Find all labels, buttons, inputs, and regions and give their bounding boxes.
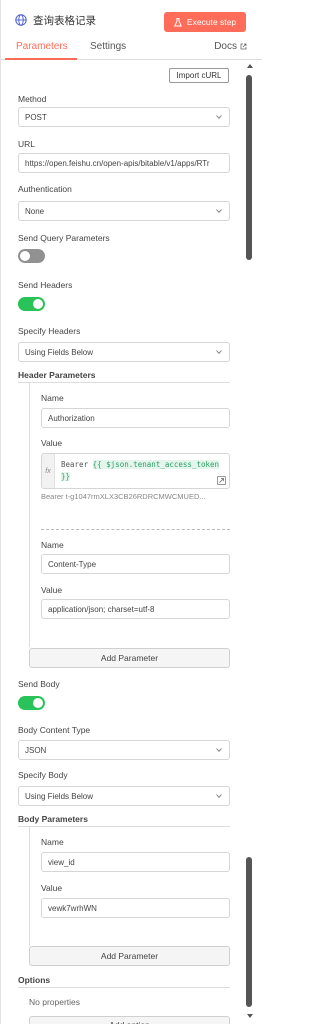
method-select[interactable]: POST <box>18 107 230 127</box>
section-divider <box>18 382 230 383</box>
send-query-toggle[interactable] <box>18 249 45 263</box>
chevron-down-icon <box>216 794 222 798</box>
toggle-knob <box>33 299 43 309</box>
url-label: URL <box>18 139 36 149</box>
expression-preview: Bearer t-g1047rmXLX3CB26RDRCMWCMUED... <box>41 492 206 501</box>
body-param-value: vewk7wrhWN <box>48 903 97 913</box>
specify-headers-value: Using Fields Below <box>25 347 94 357</box>
body-parameters-title: Body Parameters <box>18 814 88 824</box>
tab-docs[interactable]: Docs <box>214 41 247 52</box>
body-param-name-input[interactable]: view_id <box>41 852 230 872</box>
toggle-knob <box>20 251 30 261</box>
options-empty-text: No properties <box>29 997 81 1007</box>
parameter-separator <box>41 529 230 530</box>
add-option-button[interactable]: Add option <box>29 1016 230 1024</box>
scrollbar-down-arrow[interactable] <box>247 1014 253 1018</box>
method-label: Method <box>18 94 47 104</box>
chevron-down-icon <box>216 209 222 213</box>
header-param-name-label: Name <box>41 540 64 550</box>
url-value: https://open.feishu.cn/open-apis/bitable… <box>25 158 210 168</box>
send-query-label: Send Query Parameters <box>18 233 110 243</box>
collection-guide-line <box>29 382 30 647</box>
body-param-name-value: view_id <box>48 857 75 867</box>
tab-settings[interactable]: Settings <box>90 41 126 52</box>
parameters-content: Import cURL Method POST URL https://open… <box>1 61 262 1024</box>
header-param-value-input[interactable]: application/json; charset=utf-8 <box>41 599 230 619</box>
header-param-value: application/json; charset=utf-8 <box>48 604 155 614</box>
url-input[interactable]: https://open.feishu.cn/open-apis/bitable… <box>18 153 230 173</box>
send-body-label: Send Body <box>18 679 60 689</box>
scrollbar-thumb-top[interactable] <box>246 75 252 260</box>
collection-guide-line <box>29 826 30 946</box>
section-divider <box>18 826 230 827</box>
header-param-value-label: Value <box>41 585 63 595</box>
execute-step-button[interactable]: Execute step <box>164 12 246 32</box>
chevron-down-icon <box>216 748 222 752</box>
method-value: POST <box>25 112 47 122</box>
section-divider <box>18 987 230 988</box>
add-body-parameter-button[interactable]: Add Parameter <box>29 946 230 966</box>
toggle-knob <box>33 698 43 708</box>
specify-headers-label: Specify Headers <box>18 326 81 336</box>
body-param-name-label: Name <box>41 837 64 847</box>
header-param-name-input[interactable]: Content-Type <box>41 554 230 574</box>
active-tab-indicator <box>5 58 77 60</box>
expand-icon[interactable] <box>217 476 226 485</box>
scrollbar-thumb-bottom[interactable] <box>246 857 252 1007</box>
tab-bar: Parameters Settings Docs <box>1 36 262 60</box>
authentication-value: None <box>25 206 45 216</box>
execute-step-label: Execute step <box>186 17 237 27</box>
body-content-type-value: JSON <box>25 745 47 755</box>
body-content-type-label: Body Content Type <box>18 725 91 735</box>
chevron-down-icon <box>216 350 222 354</box>
expression-prefix: Bearer <box>61 460 93 469</box>
header-param-name-value: Authorization <box>48 413 95 423</box>
authentication-select[interactable]: None <box>18 201 230 221</box>
header-param-value-label: Value <box>41 438 63 448</box>
tab-parameters[interactable]: Parameters <box>16 41 68 52</box>
expand-arrow-icon <box>219 478 224 483</box>
specify-body-value: Using Fields Below <box>25 791 94 801</box>
send-headers-toggle[interactable] <box>18 297 45 311</box>
import-curl-button[interactable]: Import cURL <box>169 68 229 83</box>
add-header-parameter-button[interactable]: Add Parameter <box>29 648 230 668</box>
chevron-down-icon <box>216 115 222 119</box>
header-param-name-label: Name <box>41 393 64 403</box>
scrollbar-up-arrow[interactable] <box>247 64 253 68</box>
header-param-expression-editor[interactable]: fx Bearer {{ $json.tenant_access_token }… <box>41 453 230 489</box>
globe-icon <box>15 14 27 26</box>
header-param-name-input[interactable]: Authorization <box>41 408 230 428</box>
body-param-value-label: Value <box>41 883 63 893</box>
docs-label: Docs <box>214 41 237 52</box>
expression-text: Bearer {{ $json.tenant_access_token }} <box>61 459 225 483</box>
flask-icon <box>173 17 182 26</box>
specify-body-label: Specify Body <box>18 770 68 780</box>
fx-icon: fx <box>42 454 55 488</box>
send-headers-label: Send Headers <box>18 280 73 290</box>
body-content-type-select[interactable]: JSON <box>18 740 230 760</box>
specify-headers-select[interactable]: Using Fields Below <box>18 342 230 362</box>
header-param-name-value: Content-Type <box>48 559 97 569</box>
body-param-value-input[interactable]: vewk7wrhWN <box>41 898 230 918</box>
node-title[interactable]: 查询表格记录 <box>33 13 96 28</box>
node-parameters-panel: 查询表格记录 Execute step Parameters Settings … <box>0 0 262 1024</box>
panel-header: 查询表格记录 Execute step <box>1 0 262 36</box>
header-parameters-title: Header Parameters <box>18 370 96 380</box>
options-title: Options <box>18 975 51 985</box>
authentication-label: Authentication <box>18 184 72 194</box>
send-body-toggle[interactable] <box>18 696 45 710</box>
specify-body-select[interactable]: Using Fields Below <box>18 786 230 806</box>
external-link-icon <box>240 43 247 50</box>
